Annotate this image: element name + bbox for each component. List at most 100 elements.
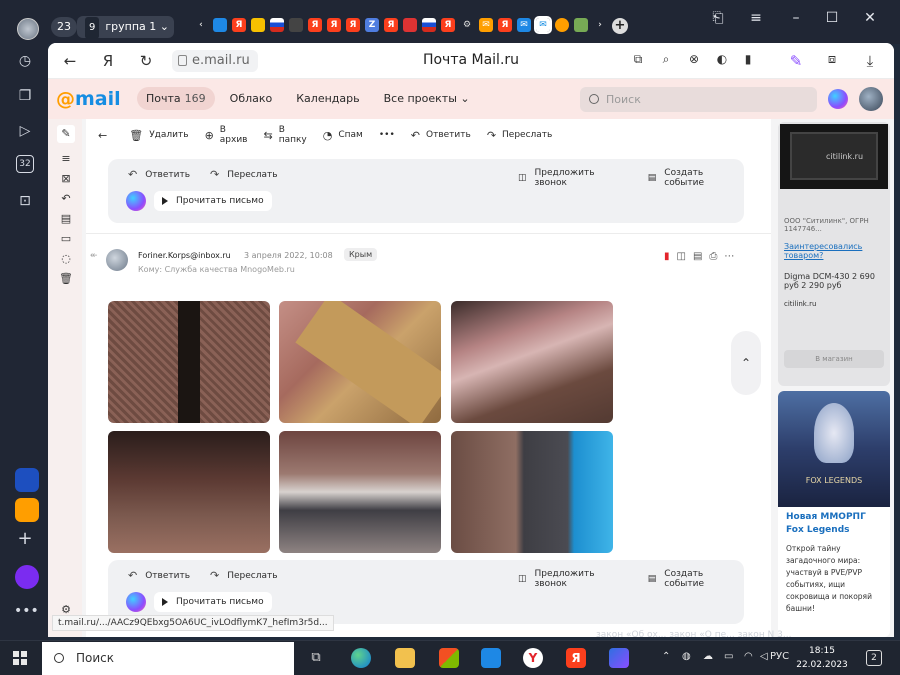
cloud-icon[interactable]: ☁: [703, 651, 713, 662]
sent-icon[interactable]: ↶: [59, 192, 73, 206]
print-icon[interactable]: ⎙: [709, 251, 717, 262]
screenshot-icon[interactable]: ⊡: [14, 190, 36, 212]
windows-start-icon[interactable]: [13, 651, 27, 665]
tab-yandex-icon[interactable]: Я: [498, 18, 512, 32]
folder-social-icon[interactable]: ⊠: [59, 172, 73, 186]
messenger-app-icon[interactable]: [15, 468, 39, 492]
suggest-call-button[interactable]: ◫ Предложить звонок: [518, 168, 628, 188]
delete-button[interactable]: 🗑 Удалить: [129, 129, 188, 142]
read-letter-button[interactable]: Прочитать письмо: [154, 191, 272, 211]
tab-mail-active-icon[interactable]: ✉: [534, 16, 552, 34]
alice-orb-icon[interactable]: [828, 89, 848, 109]
more-icon[interactable]: ⋯: [724, 251, 734, 262]
tab-group-chip[interactable]: 9 группа 1 ⌄: [77, 16, 174, 39]
tab-icon[interactable]: [289, 18, 303, 32]
archive-button[interactable]: ⊕ В архив: [205, 125, 248, 145]
mail-app-icon[interactable]: [15, 498, 39, 522]
tab-flag-icon[interactable]: [270, 18, 284, 32]
reader-icon[interactable]: ◐: [712, 52, 732, 66]
nav-cloud[interactable]: Облако: [221, 87, 282, 110]
attachment-photo[interactable]: [279, 301, 441, 423]
attachment-photo[interactable]: [451, 301, 613, 423]
forward-button[interactable]: ↷ Переслать: [487, 129, 553, 142]
new-tab-icon[interactable]: +: [612, 18, 628, 34]
store-icon[interactable]: [439, 648, 459, 668]
tray-chevron-up-icon[interactable]: ⌃: [662, 651, 670, 662]
archive-folder-icon[interactable]: ▭: [59, 232, 73, 246]
tab-icon[interactable]: Z: [365, 18, 379, 32]
extensions-icon[interactable]: ⧈: [822, 52, 842, 67]
calendar-icon[interactable]: ▤: [693, 251, 702, 262]
forward-button[interactable]: ↷ Переслать: [210, 569, 278, 582]
tab-yandex-icon[interactable]: Я: [232, 18, 246, 32]
task-view-icon[interactable]: ⧉: [306, 648, 326, 668]
tab-yandex-icon[interactable]: Я: [327, 18, 341, 32]
spam-folder-icon[interactable]: ◌: [59, 252, 73, 266]
sender-email[interactable]: Foriner.Korps@inbox.ru: [138, 251, 231, 260]
search-page-icon[interactable]: ⌕: [656, 52, 676, 67]
display-icon[interactable]: ▭: [724, 651, 733, 662]
tabs-right-icon[interactable]: ›: [593, 18, 607, 32]
flag-icon[interactable]: ▮: [664, 251, 670, 262]
camera-icon[interactable]: ◍: [682, 651, 691, 662]
profile-avatar-icon[interactable]: [17, 18, 39, 40]
add-app-icon[interactable]: +: [14, 528, 36, 550]
reply-button[interactable]: ↶ Ответить: [128, 168, 190, 181]
close-icon[interactable]: ✕: [858, 10, 882, 26]
protect-icon[interactable]: ⊗: [684, 52, 704, 66]
tabs-left-icon[interactable]: ‹: [194, 18, 208, 32]
nav-calendar[interactable]: Календарь: [287, 87, 368, 110]
sender-avatar[interactable]: [106, 249, 128, 271]
scroll-up-button[interactable]: ⌃: [731, 331, 761, 395]
nav-mail[interactable]: Почта 169: [137, 87, 215, 110]
taskbar-search[interactable]: Поиск: [42, 642, 294, 675]
attachment-photo[interactable]: [108, 301, 270, 423]
collapse-icon[interactable]: ↞: [90, 251, 98, 261]
tab-gear-icon[interactable]: ⚙: [460, 18, 474, 32]
ad-headline[interactable]: Заинтересовались товаром?: [784, 242, 886, 260]
tab-yandex-icon[interactable]: Я: [308, 18, 322, 32]
app-icon[interactable]: [609, 648, 629, 668]
collections-icon[interactable]: ❐: [14, 85, 36, 107]
attachment-photo[interactable]: [108, 431, 270, 553]
tab-mail-icon[interactable]: ✉: [517, 18, 531, 32]
video-icon[interactable]: ◫: [677, 251, 686, 262]
volume-icon[interactable]: ◁: [760, 651, 768, 662]
tab-yandex-icon[interactable]: Я: [441, 18, 455, 32]
minimize-icon[interactable]: –: [784, 10, 808, 26]
back-button[interactable]: ←: [98, 129, 113, 142]
video-icon[interactable]: ▷: [14, 120, 36, 142]
user-avatar[interactable]: [859, 87, 883, 111]
search-input[interactable]: Поиск: [580, 87, 817, 112]
create-event-button[interactable]: ▤ Создать событие: [648, 168, 744, 188]
download-icon[interactable]: ⤓: [860, 52, 880, 70]
forward-button[interactable]: ↷ Переслать: [210, 168, 278, 181]
alice-icon[interactable]: [15, 565, 39, 589]
bookmark-icon[interactable]: ▮: [738, 52, 758, 66]
tab-count-badge[interactable]: 23: [51, 17, 77, 37]
alice-orb-icon[interactable]: [126, 592, 146, 612]
move-to-folder-button[interactable]: ⇆ В папку: [263, 125, 306, 145]
mail-app-icon[interactable]: [481, 648, 501, 668]
notifications-badge[interactable]: 2: [866, 650, 882, 666]
compose-icon[interactable]: ✎: [57, 125, 75, 143]
tab-icon[interactable]: [555, 18, 569, 32]
suggest-call-button[interactable]: ◫ Предложить звонок: [518, 569, 628, 589]
attachment-photo[interactable]: [279, 431, 441, 553]
bookmarks-icon[interactable]: ⎗: [706, 10, 730, 26]
tab-yandex-icon[interactable]: Я: [384, 18, 398, 32]
reply-button[interactable]: ↶ Ответить: [411, 129, 471, 142]
mail-logo[interactable]: @mail: [56, 88, 121, 110]
edge-icon[interactable]: [351, 648, 371, 668]
message-tag[interactable]: Крым: [344, 248, 378, 261]
menu-icon[interactable]: ≡: [744, 10, 768, 26]
maximize-icon[interactable]: ☐: [820, 10, 844, 26]
edit-pen-icon[interactable]: ✎: [786, 52, 806, 70]
nav-all-projects[interactable]: Все проекты ⌄: [375, 87, 479, 110]
translate-icon[interactable]: ⧉: [628, 52, 648, 67]
yandex-browser-icon[interactable]: Y: [523, 648, 543, 668]
tab-flag-icon[interactable]: [422, 18, 436, 32]
attachment-photo[interactable]: [451, 431, 613, 553]
spam-button[interactable]: ◔ Спам: [323, 129, 363, 142]
tab-icon[interactable]: [403, 18, 417, 32]
